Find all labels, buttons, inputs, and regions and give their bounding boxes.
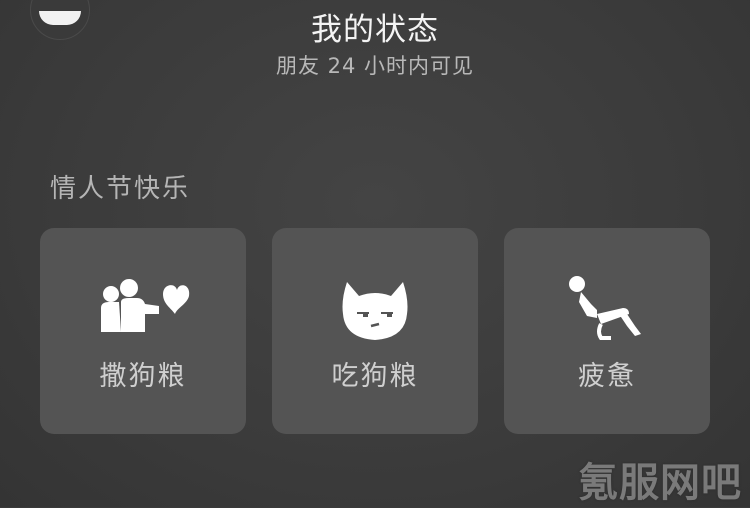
page-subtitle: 朋友 24 小时内可见 <box>275 54 475 78</box>
couple-heart-icon <box>101 279 190 332</box>
cat-face-icon <box>342 282 408 340</box>
status-card-label: 吃狗粮 <box>331 361 419 392</box>
status-card-label: 疲惫 <box>578 361 636 392</box>
status-card-sadogliang[interactable]: 撒狗粮 <box>40 228 246 434</box>
status-card-label: 撒狗粮 <box>99 361 187 392</box>
page-title: 我的状态 <box>311 12 439 48</box>
status-screen: 我的状态 朋友 24 小时内可见 情人节快乐 撒狗粮 吃狗粮 疲惫 氪服网吧 <box>0 0 750 507</box>
watermark: 氪服网吧 <box>578 460 742 506</box>
status-card-chigouliang[interactable]: 吃狗粮 <box>272 228 478 434</box>
section-title: 情人节快乐 <box>50 174 191 204</box>
tired-person-chair-icon <box>569 276 641 340</box>
status-card-piyu[interactable]: 疲惫 <box>504 228 710 434</box>
